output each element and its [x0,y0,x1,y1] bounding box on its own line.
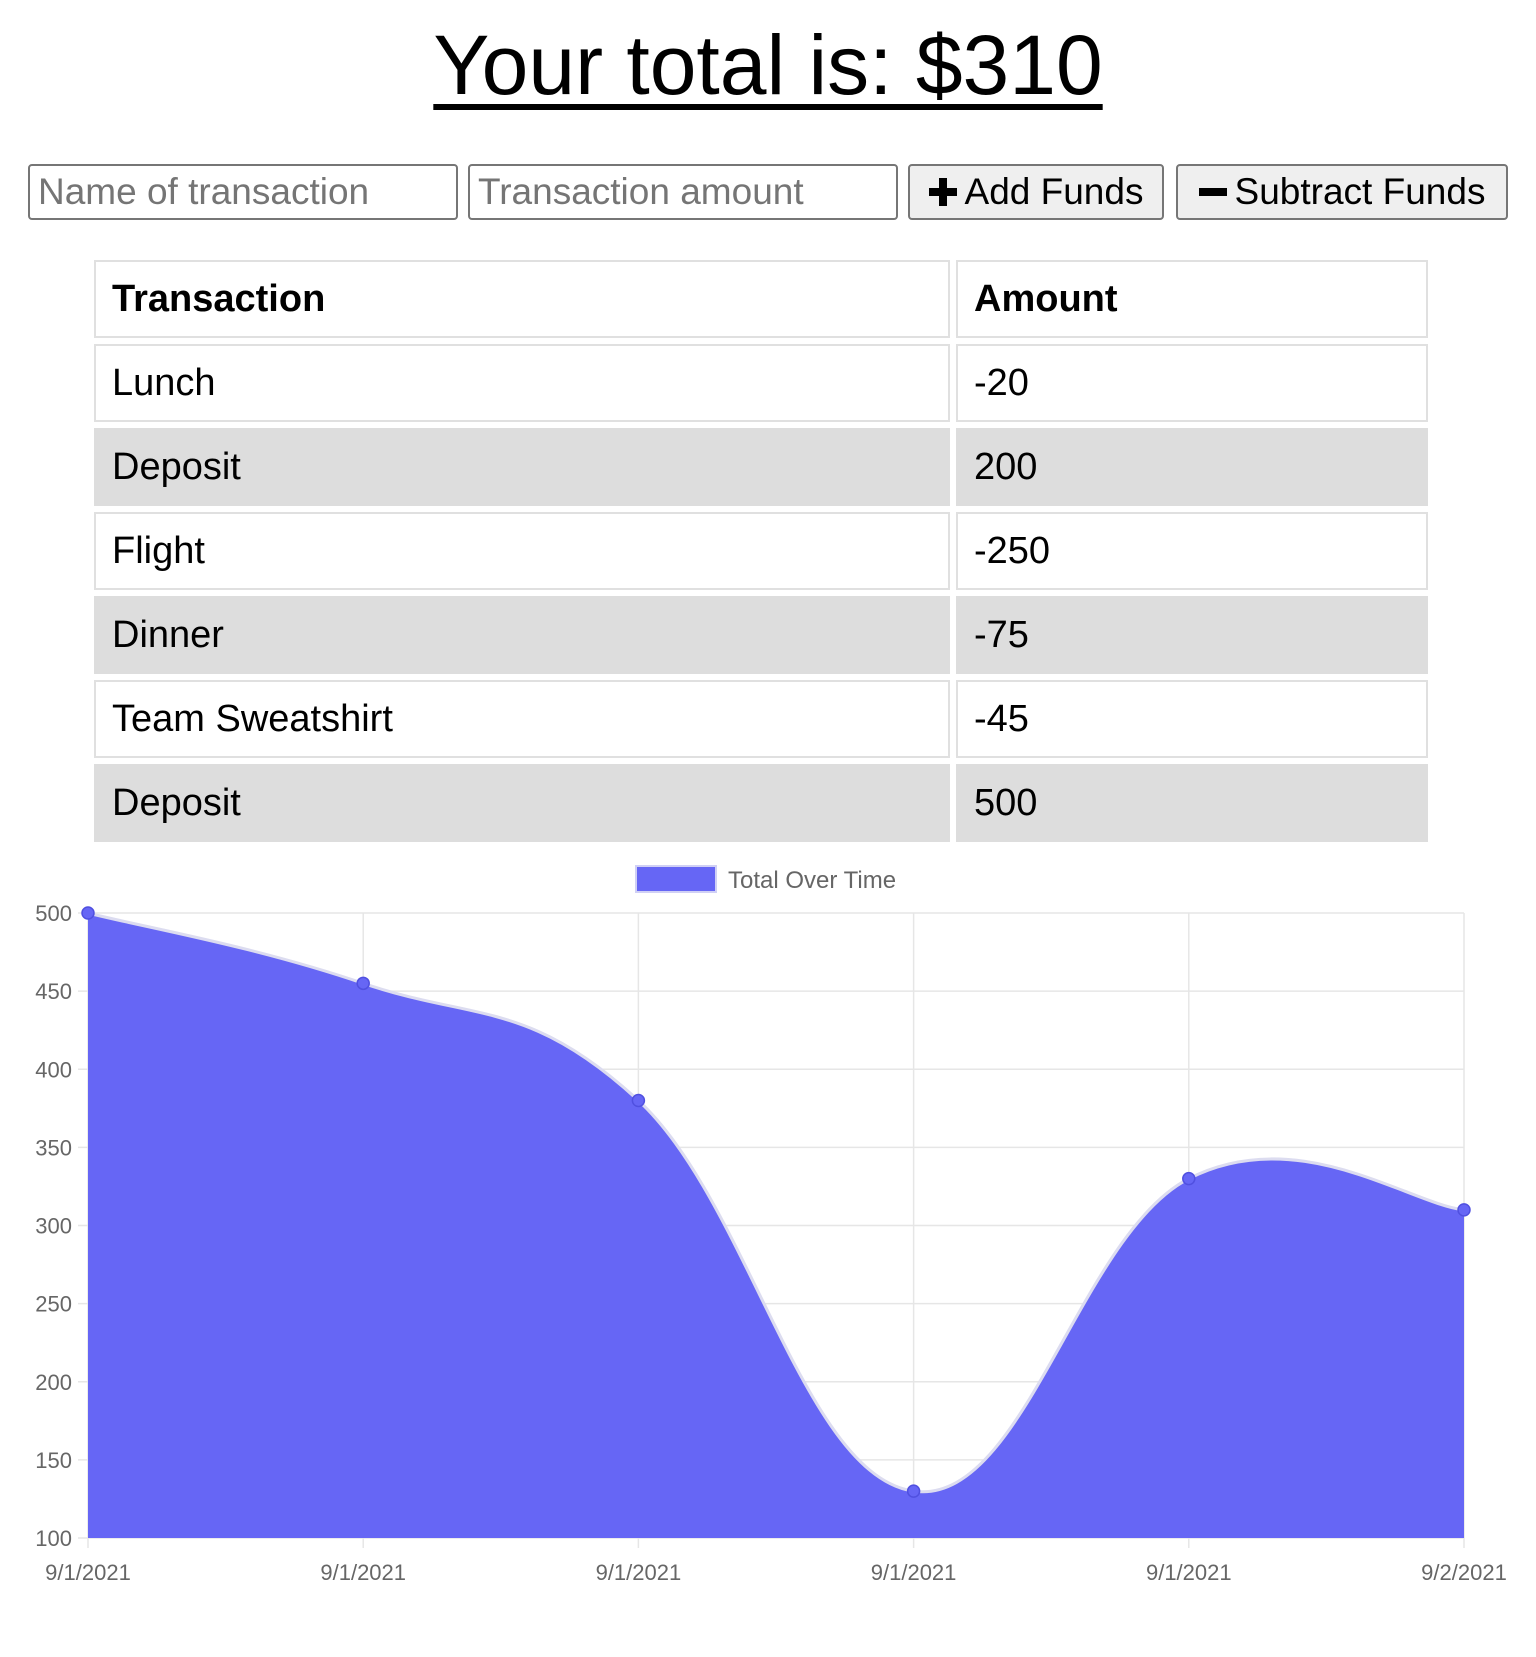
transaction-name-cell: Team Sweatshirt [94,680,950,758]
data-point [1182,1171,1196,1186]
subtract-funds-button[interactable]: Subtract Funds [1176,164,1508,220]
total-over-time-chart: 100 150 200 250 300 350 400 450 500 9/1/2021 9/1/2… [35,865,1507,1585]
table-row: Dinner -75 [94,596,1428,674]
transaction-name-cell: Lunch [94,344,950,422]
legend-swatch [635,865,717,893]
transaction-amount-cell: -250 [956,512,1428,590]
table-row: Team Sweatshirt -45 [94,680,1428,758]
plus-icon [928,178,957,206]
minus-icon [1198,178,1227,206]
subtract-funds-label: Subtract Funds [1234,171,1486,212]
y-tick-label: 150 [35,1448,72,1473]
transaction-name-cell: Dinner [94,596,950,674]
x-tick-label: 9/1/2021 [45,1560,131,1585]
data-point [81,906,95,920]
data-point [1457,1203,1471,1217]
transaction-name-cell: Deposit [94,428,950,506]
transaction-amount-cell: -20 [956,344,1428,422]
table-header-row: Transaction Amount [94,260,1428,338]
transaction-amount-cell: 500 [956,764,1428,842]
y-tick-label: 300 [35,1214,72,1239]
transaction-name-cell: Flight [94,512,950,590]
table-row: Deposit 200 [94,428,1428,506]
transactions-table: Transaction Amount Lunch -20 Deposit 200… [88,254,1434,848]
table-row: Flight -250 [94,512,1428,590]
table-row: Deposit 500 [94,764,1428,842]
transaction-amount-cell: -45 [956,680,1428,758]
y-tick-label: 450 [35,979,72,1004]
table-row: Lunch -20 [94,344,1428,422]
x-tick-label: 9/2/2021 [1421,1560,1507,1585]
y-tick-label: 100 [35,1526,72,1551]
amount-column-header: Amount [956,260,1428,338]
data-point [631,1093,646,1108]
add-funds-button[interactable]: Add Funds [908,164,1164,220]
transaction-amount-cell: -75 [956,596,1428,674]
data-point [906,1484,921,1498]
transaction-form: Add Funds Subtract Funds [28,164,1508,220]
x-tick-label: 9/1/2021 [1146,1560,1232,1585]
transaction-column-header: Transaction [94,260,950,338]
y-tick-label: 400 [35,1057,72,1082]
y-tick-label: 200 [35,1370,72,1395]
transaction-name-cell: Deposit [94,764,950,842]
total-heading: Your total is: $310 [433,18,1103,112]
transaction-amount-input[interactable] [468,164,898,220]
data-point [356,976,370,991]
x-tick-label: 9/1/2021 [596,1560,682,1585]
y-tick-label: 350 [35,1135,72,1160]
transaction-name-input[interactable] [28,164,458,220]
y-tick-label: 250 [35,1292,72,1317]
add-funds-label: Add Funds [964,171,1144,212]
legend-label: Total Over Time [728,867,896,894]
transaction-amount-cell: 200 [956,428,1428,506]
x-tick-label: 9/1/2021 [871,1560,957,1585]
x-tick-label: 9/1/2021 [320,1560,406,1585]
y-tick-label: 500 [35,901,72,926]
